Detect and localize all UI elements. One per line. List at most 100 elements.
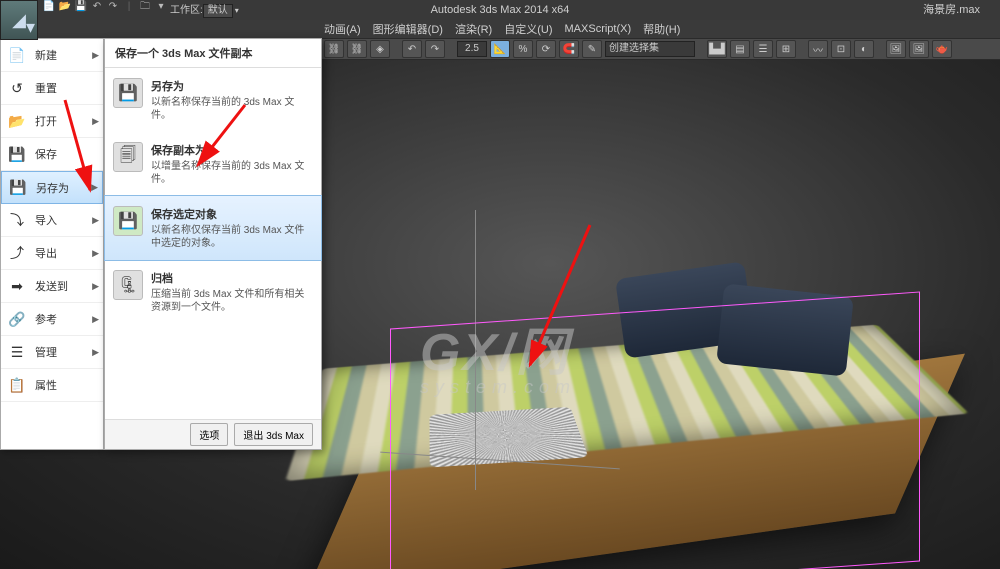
workspace-label: 工作区:: [170, 1, 203, 21]
bind-spacewarp-icon[interactable]: ◈: [370, 40, 390, 58]
save-as-icon: 💾: [113, 78, 143, 108]
title-bar: 📄 📂 💾 ↶ ↷ | 🗀 ▾ 工作区: 默认 ▾ Autodesk 3ds M…: [0, 0, 1000, 20]
workspace-selector[interactable]: 工作区: 默认 ▾: [170, 1, 239, 21]
chevron-right-icon: ▶: [91, 182, 98, 193]
save-icon: 💾: [7, 144, 27, 164]
menu-reset[interactable]: ↺ 重置: [1, 72, 103, 105]
submenu-item-title: 另存为: [151, 78, 313, 94]
submenu-footer: 选项 退出 3ds Max: [105, 419, 321, 449]
menu-item-label: 属性: [35, 377, 57, 393]
menu-animation[interactable]: 动画(A): [322, 21, 363, 37]
menu-import[interactable]: ⤵ 导入 ▶: [1, 204, 103, 237]
submenu-save-selected[interactable]: 💾 保存选定对象 以新名称仅保存当前 3ds Max 文件中选定的对象。: [105, 196, 321, 260]
document-name: 海景房.max: [923, 0, 980, 20]
app-title: Autodesk 3ds Max 2014 x64: [431, 0, 570, 20]
workspace-value[interactable]: 默认: [203, 4, 233, 18]
menu-item-label: 新建: [35, 47, 57, 63]
menu-item-label: 重置: [35, 80, 57, 96]
chevron-right-icon: ▶: [92, 347, 99, 358]
mirror-icon[interactable]: ▙▟: [707, 40, 727, 58]
schematic-view-icon[interactable]: ⊡: [831, 40, 851, 58]
save-copy-icon: 🗐: [113, 142, 143, 172]
save-as-icon: 💾: [8, 178, 28, 198]
qat-save-icon[interactable]: 💾: [74, 0, 88, 14]
menu-customize[interactable]: 自定义(U): [502, 21, 554, 37]
menu-manage[interactable]: ☰ 管理 ▶: [1, 336, 103, 369]
menu-save[interactable]: 💾 保存: [1, 138, 103, 171]
qat-project-icon[interactable]: 🗀: [138, 0, 152, 14]
save-selected-icon: 💾: [113, 206, 143, 236]
submenu-item-title: 保存选定对象: [151, 206, 313, 222]
qat-redo-icon[interactable]: ↷: [106, 0, 120, 14]
submenu-archive[interactable]: 🗜 归档 压缩当前 3ds Max 文件和所有相关资源到一个文件。: [105, 260, 321, 324]
submenu-save-copy-as[interactable]: 🗐 保存副本为 以增量名称保存当前的 3ds Max 文件。: [105, 132, 321, 196]
menu-item-label: 保存: [35, 146, 57, 162]
submenu-item-title: 保存副本为: [151, 142, 313, 158]
import-icon: ⤵: [7, 210, 27, 230]
qat-open-icon[interactable]: 📂: [58, 0, 72, 14]
chevron-right-icon: ▶: [92, 116, 99, 127]
chevron-right-icon: ▶: [92, 248, 99, 259]
menu-help[interactable]: 帮助(H): [641, 21, 682, 37]
menu-graph-editors[interactable]: 图形编辑器(D): [371, 21, 445, 37]
menu-item-label: 导出: [35, 245, 57, 261]
menu-item-label: 另存为: [36, 180, 69, 196]
options-button[interactable]: 选项: [190, 423, 228, 446]
menu-item-label: 管理: [35, 344, 57, 360]
chevron-right-icon: ▶: [92, 314, 99, 325]
menu-item-label: 打开: [35, 113, 57, 129]
named-selection-dropdown[interactable]: 创建选择集: [605, 41, 695, 57]
qat-new-icon[interactable]: 📄: [42, 0, 56, 14]
menu-references[interactable]: 🔗 参考 ▶: [1, 303, 103, 336]
application-menu: 📄新建▶ ↺重置 📂打开▶ 💾保存 💾另存为▶ ⤵导入▶ ⤴导出▶ ➡发送到▶ …: [0, 38, 104, 450]
render-setup-icon[interactable]: 🖼: [886, 40, 906, 58]
spinner-value[interactable]: 2.5: [457, 41, 487, 57]
menu-item-label: 参考: [35, 311, 57, 327]
magnet-icon[interactable]: 🧲: [559, 40, 579, 58]
reset-icon: ↺: [7, 78, 27, 98]
menu-maxscript[interactable]: MAXScript(X): [563, 23, 634, 35]
curve-editor-icon[interactable]: 〰: [808, 40, 828, 58]
submenu-item-desc: 压缩当前 3ds Max 文件和所有相关资源到一个文件。: [151, 288, 313, 314]
exit-button[interactable]: 退出 3ds Max: [234, 423, 313, 446]
submenu-item-desc: 以新名称仅保存当前 3ds Max 文件中选定的对象。: [151, 224, 313, 250]
redo-icon[interactable]: ↷: [425, 40, 445, 58]
watermark: GX/网 system.com: [420, 310, 576, 398]
unlink-icon[interactable]: ⛓: [347, 40, 367, 58]
menu-save-as[interactable]: 💾 另存为 ▶: [1, 171, 103, 204]
menu-new[interactable]: 📄 新建 ▶: [1, 39, 103, 72]
qat-undo-icon[interactable]: ↶: [90, 0, 104, 14]
menu-export[interactable]: ⤴导出▶: [1, 237, 103, 270]
references-icon: 🔗: [7, 309, 27, 329]
edit-named-sel-icon[interactable]: ✎: [582, 40, 602, 58]
spinner-snap-icon[interactable]: ⟳: [536, 40, 556, 58]
main-toolbar: ⛓ ⛓ ◈ ↶ ↷ 2.5 📐 % ⟳ 🧲 ✎ 创建选择集 ▙▟ ▤ ☰ ⊞ 〰…: [320, 38, 1000, 60]
application-menu-button[interactable]: ◢ ▾: [0, 0, 38, 40]
percent-snap-icon[interactable]: %: [513, 40, 533, 58]
menu-properties[interactable]: 📋属性: [1, 369, 103, 402]
chevron-down-icon[interactable]: ▾: [235, 1, 239, 21]
menu-rendering[interactable]: 渲染(R): [453, 21, 494, 37]
select-link-icon[interactable]: ⛓: [324, 40, 344, 58]
submenu-save-as[interactable]: 💾 另存为 以新名称保存当前的 3ds Max 文件。: [105, 68, 321, 132]
material-editor-icon[interactable]: ◐: [854, 40, 874, 58]
align-icon[interactable]: ▤: [730, 40, 750, 58]
submenu-header: 保存一个 3ds Max 文件副本: [105, 39, 321, 68]
qat-sep: |: [122, 0, 136, 14]
new-file-icon: 📄: [7, 45, 27, 65]
layers-icon[interactable]: ☰: [753, 40, 773, 58]
chevron-right-icon: ▶: [92, 50, 99, 61]
manage-icon: ☰: [7, 342, 27, 362]
open-folder-icon: 📂: [7, 111, 27, 131]
rendered-frame-icon[interactable]: 🖼: [909, 40, 929, 58]
menu-item-label: 导入: [35, 212, 57, 228]
undo-icon[interactable]: ↶: [402, 40, 422, 58]
menu-send-to[interactable]: ➡发送到▶: [1, 270, 103, 303]
chevron-right-icon: ▶: [92, 215, 99, 226]
submenu-item-desc: 以新名称保存当前的 3ds Max 文件。: [151, 96, 313, 122]
angle-snap-icon[interactable]: 📐: [490, 40, 510, 58]
menu-open[interactable]: 📂 打开 ▶: [1, 105, 103, 138]
qat-dropdown-icon[interactable]: ▾: [154, 0, 168, 14]
graphite-icon[interactable]: ⊞: [776, 40, 796, 58]
render-icon[interactable]: 🫖: [932, 40, 952, 58]
